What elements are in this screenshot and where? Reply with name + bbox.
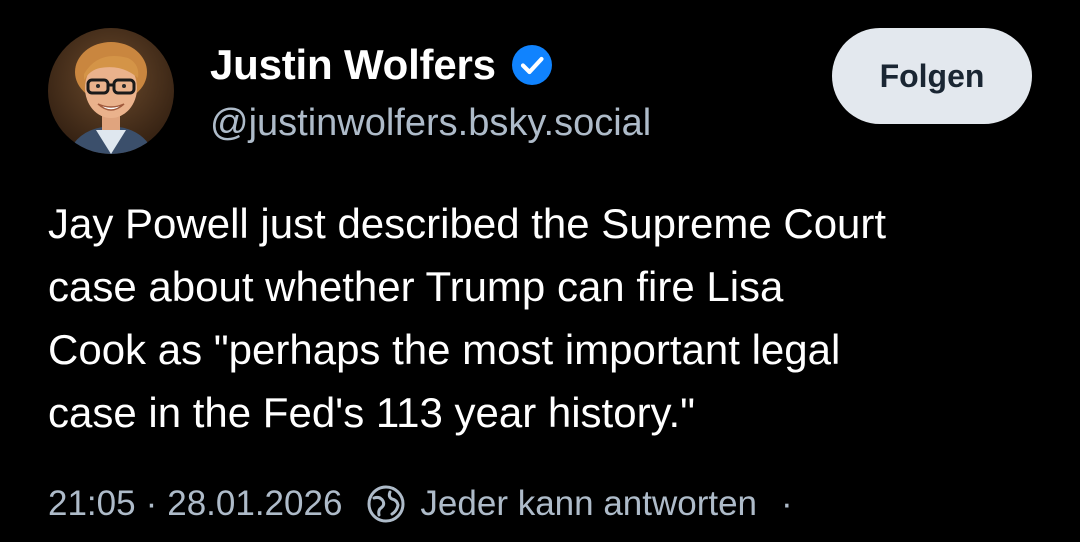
post-card: Justin Wolfers @justinwolfers.bsky.socia…	[0, 0, 1080, 542]
post-time: 21:05	[48, 484, 136, 523]
author-row: Justin Wolfers	[210, 40, 554, 90]
reply-setting[interactable]: Jeder kann antworten	[420, 484, 757, 524]
post-meta: 21:05 · 28.01.2026 Jeder kann antworten …	[48, 478, 793, 530]
globe-reply-icon	[366, 484, 406, 524]
post-text: Jay Powell just described the Supreme Co…	[48, 200, 887, 436]
verified-check-icon	[510, 43, 554, 87]
follow-button[interactable]: Folgen	[832, 28, 1032, 124]
avatar-image	[48, 28, 174, 154]
meta-trailing-dot: ·	[781, 484, 793, 523]
meta-separator: ·	[145, 484, 158, 523]
post-date: 28.01.2026	[167, 484, 343, 523]
author-display-name[interactable]: Justin Wolfers	[210, 40, 496, 90]
author-handle[interactable]: @justinwolfers.bsky.social	[210, 100, 651, 146]
avatar[interactable]	[48, 28, 174, 154]
